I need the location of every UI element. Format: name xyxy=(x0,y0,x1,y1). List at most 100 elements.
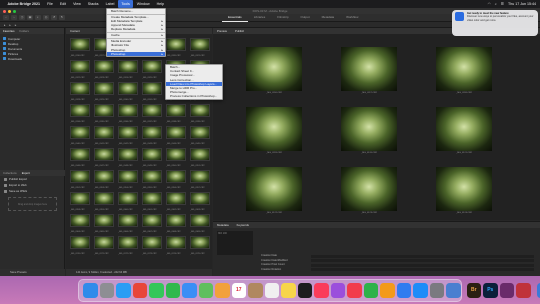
tv-icon[interactable] xyxy=(297,283,312,298)
migration-icon[interactable] xyxy=(446,283,461,298)
preview-image[interactable]: _MG_0121.CR2 xyxy=(424,107,504,159)
contacts-icon[interactable] xyxy=(248,283,263,298)
thumbnail-item[interactable]: _MG_0150.CR2 xyxy=(165,146,187,168)
camera-import-icon[interactable]: ▣ xyxy=(27,15,33,20)
finder-folder-icon[interactable] xyxy=(536,283,540,298)
thumbnail-item[interactable]: _MG_0142.CR2 xyxy=(117,124,139,146)
menu-edit[interactable]: Edit xyxy=(56,0,69,8)
tab-export[interactable]: Export xyxy=(22,171,30,175)
preview-image[interactable]: _MG_0120.CR2 xyxy=(329,107,409,159)
thumbnail-item[interactable]: _MG_0135.CR2 xyxy=(93,102,115,124)
thumbnail-item[interactable]: _MG_0161.CR2 xyxy=(141,190,163,212)
search-icon[interactable]: ⌕ xyxy=(495,0,497,8)
preview-image[interactable]: _MG_0124.CR2 xyxy=(424,167,504,219)
thumbnail-item[interactable]: _MG_0164.CR2 xyxy=(69,212,91,234)
thumbnail-item[interactable]: _MG_0153.CR2 xyxy=(93,168,115,190)
thumbnail-item[interactable]: _MG_0175.CR2 xyxy=(189,234,211,256)
app-store-icon[interactable] xyxy=(413,283,428,298)
clock[interactable]: Thu 17 Jun 15:44 xyxy=(508,0,536,8)
messages-icon[interactable] xyxy=(149,283,164,298)
keynote-icon[interactable] xyxy=(396,283,411,298)
forward-icon[interactable]: › xyxy=(11,15,17,20)
menu-help[interactable]: Help xyxy=(153,0,167,8)
thumbnail-item[interactable]: _MG_0163.CR2 xyxy=(189,190,211,212)
music-icon[interactable] xyxy=(314,283,329,298)
menu-file[interactable]: File xyxy=(44,0,57,8)
thumbnail-item[interactable]: _MG_0171.CR2 xyxy=(93,234,115,256)
safari-icon[interactable] xyxy=(116,283,131,298)
preview-image[interactable]: _MG_0122.CR2 xyxy=(234,167,314,219)
thumbnail-item[interactable]: _MG_0121.CR2 xyxy=(189,36,211,58)
tab-collections[interactable]: Collections xyxy=(3,171,17,175)
photos-icon[interactable] xyxy=(215,283,230,298)
photoshop-submenu-item[interactable]: Process Collections in Photoshop... xyxy=(166,94,222,98)
open-in-camera-raw-icon[interactable]: ◎ xyxy=(43,15,49,20)
mail-icon[interactable] xyxy=(182,283,197,298)
thumbnail-item[interactable]: _MG_0140.CR2 xyxy=(69,124,91,146)
tools-menu-item[interactable]: Cache ▸ xyxy=(107,33,165,37)
news-icon[interactable] xyxy=(347,283,362,298)
photoshop-icon[interactable]: Ps xyxy=(483,283,498,298)
preview-image[interactable]: _MG_0116.CR2 xyxy=(234,47,314,99)
zoom-window-button[interactable] xyxy=(13,9,16,13)
thumbnail-item[interactable]: _MG_0122.CR2 xyxy=(69,58,91,80)
workspace-output[interactable]: Output xyxy=(295,13,316,22)
launchpad-icon[interactable] xyxy=(99,283,114,298)
thumbnail-item[interactable]: _MG_0156.CR2 xyxy=(165,168,187,190)
thumbnail-item[interactable]: _MG_0155.CR2 xyxy=(141,168,163,190)
thumbnail-item[interactable]: _MG_0174.CR2 xyxy=(165,234,187,256)
calendar-icon[interactable]: 17 xyxy=(231,283,246,298)
workspace-workflow[interactable]: Workflow xyxy=(340,13,364,22)
pages-icon[interactable] xyxy=(380,283,395,298)
thumbnail-item[interactable]: _MG_0131.CR2 xyxy=(141,80,163,102)
tools-menu-item[interactable]: Photoshop ▸ xyxy=(107,51,165,56)
menu-window[interactable]: Window xyxy=(133,0,153,8)
tab-preview[interactable]: Preview xyxy=(217,28,227,34)
facetime-icon[interactable] xyxy=(165,283,180,298)
thumbnail-item[interactable]: _MG_0162.CR2 xyxy=(165,190,187,212)
podcasts-icon[interactable] xyxy=(330,283,345,298)
thumbnail-item[interactable]: _MG_0130.CR2 xyxy=(117,80,139,102)
save-presets-button[interactable]: Save Presets xyxy=(0,269,65,276)
thumbnail-item[interactable]: _MG_0141.CR2 xyxy=(93,124,115,146)
thumbnail-item[interactable]: _MG_0147.CR2 xyxy=(93,146,115,168)
recent-icon[interactable]: ◷ xyxy=(19,15,25,20)
thumbnail-item[interactable]: _MG_0157.CR2 xyxy=(189,168,211,190)
export-dropzone[interactable]: Drag and drop images here xyxy=(8,197,57,211)
export-item[interactable]: Save as JPEG xyxy=(0,188,65,194)
thumbnail-item[interactable]: _MG_0152.CR2 xyxy=(69,168,91,190)
thumbnail-item[interactable]: _MG_0128.CR2 xyxy=(69,80,91,102)
thumbnail-item[interactable]: _MG_0139.CR2 xyxy=(189,102,211,124)
thumbnail-item[interactable]: _MG_0159.CR2 xyxy=(93,190,115,212)
path-segment[interactable]: ▸ xyxy=(15,23,16,27)
thumbnail-item[interactable]: _MG_0166.CR2 xyxy=(117,212,139,234)
thumbnail-item[interactable]: _MG_0173.CR2 xyxy=(141,234,163,256)
thumbnail-item[interactable]: _MG_0116.CR2 xyxy=(69,36,91,58)
thumbnail-item[interactable]: _MG_0125.CR2 xyxy=(141,58,163,80)
thumbnail-item[interactable]: _MG_0143.CR2 xyxy=(141,124,163,146)
thumbnail-item[interactable]: _MG_0123.CR2 xyxy=(93,58,115,80)
rotate-left-icon[interactable]: ↺ xyxy=(51,15,57,20)
thumbnail-item[interactable]: _MG_0160.CR2 xyxy=(117,190,139,212)
thumbnail-item[interactable]: _MG_0169.CR2 xyxy=(189,212,211,234)
tools-menu-item[interactable]: Batch Rename... xyxy=(107,9,165,13)
thumbnail-item[interactable]: _MG_0148.CR2 xyxy=(117,146,139,168)
thumbnail-item[interactable]: _MG_0167.CR2 xyxy=(141,212,163,234)
app-menu[interactable]: Adobe Bridge 2021 xyxy=(4,0,44,8)
notification-banner[interactable]: Get ready to meet the new feature Discov… xyxy=(452,10,538,36)
thumbnail-item[interactable]: _MG_0138.CR2 xyxy=(165,102,187,124)
thumbnail-item[interactable]: _MG_0146.CR2 xyxy=(69,146,91,168)
back-icon[interactable]: ‹ xyxy=(3,15,9,20)
tab-keywords[interactable]: Keywords xyxy=(237,222,249,228)
thumbnail-item[interactable]: _MG_0144.CR2 xyxy=(165,124,187,146)
refine-icon[interactable]: ◐ xyxy=(35,15,41,20)
thumbnail-item[interactable]: _MG_0165.CR2 xyxy=(93,212,115,234)
path-segment[interactable]: ▸ xyxy=(4,23,5,27)
thumbnail-item[interactable]: _MG_0154.CR2 xyxy=(117,168,139,190)
lightroom-icon[interactable] xyxy=(499,283,514,298)
system-preferences-icon[interactable] xyxy=(429,283,444,298)
numbers-icon[interactable] xyxy=(363,283,378,298)
menu-tools[interactable]: Tools xyxy=(117,0,134,8)
tab-favorites[interactable]: Favorites xyxy=(3,29,15,33)
bridge-icon[interactable]: Br xyxy=(466,283,481,298)
